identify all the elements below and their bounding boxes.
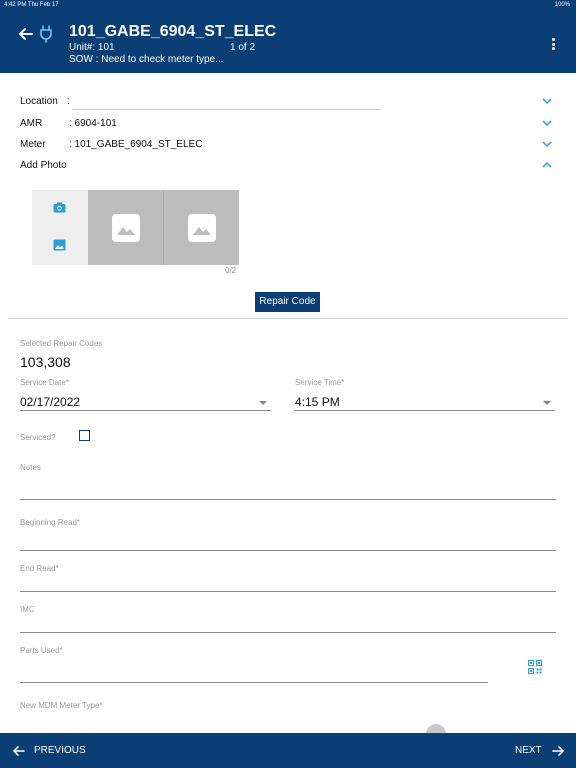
- end-read-label: End Read*: [20, 564, 59, 573]
- location-underline: [72, 109, 381, 110]
- next-button[interactable]: NEXT: [515, 743, 565, 759]
- meter-value: : 101_GABE_6904_ST_ELEC: [69, 139, 203, 150]
- new-mdm-meter-type-label: New MDM Meter Type*: [20, 701, 103, 710]
- page-indicator: 1 of 2: [230, 42, 256, 53]
- end-read-field[interactable]: [20, 591, 556, 592]
- image-placeholder-icon: [112, 214, 140, 242]
- plug-icon: [40, 25, 52, 43]
- service-time-underline: [295, 410, 555, 411]
- amr-value: : 6904-101: [69, 118, 117, 129]
- add-photo-label: Add Photo: [20, 160, 67, 171]
- imc-label: IMC: [20, 605, 35, 614]
- dropdown-arrow-icon[interactable]: [259, 401, 267, 405]
- back-arrow-icon[interactable]: [18, 26, 34, 42]
- arrow-left-icon: [13, 746, 25, 756]
- previous-label: PREVIOUS: [34, 745, 86, 756]
- status-time: 4:42 PM Thu Feb 17: [4, 2, 59, 8]
- work-order-form: Location : AMR : 6904-101 Meter : 101_GA…: [8, 85, 568, 734]
- beginning-read-field[interactable]: [20, 550, 556, 551]
- app-header: 101_GABE_6904_ST_ELEC Unit#: 101 1 of 2 …: [0, 10, 576, 73]
- add-photo-row[interactable]: Add Photo: [20, 160, 67, 171]
- chevron-down-icon[interactable]: [542, 97, 552, 105]
- amr-label: AMR: [20, 118, 43, 129]
- selected-repair-codes-value: 103,308: [20, 354, 71, 370]
- service-date-value[interactable]: 02/17/2022: [20, 395, 80, 409]
- serviced-checkbox[interactable]: [79, 430, 90, 441]
- beginning-read-label: Beginning Read*: [20, 518, 81, 527]
- gallery-icon[interactable]: [53, 239, 66, 251]
- service-time-label: Service Time*: [295, 378, 345, 387]
- meter-label: Meter: [20, 139, 46, 150]
- chevron-down-icon[interactable]: [542, 119, 552, 127]
- selected-repair-codes-label: Selected Repair Codes: [20, 339, 103, 348]
- parts-used-field[interactable]: [20, 682, 488, 683]
- camera-icon[interactable]: [53, 202, 66, 213]
- notes-label: Notes: [20, 463, 41, 472]
- unit-number: Unit#: 101: [69, 42, 115, 53]
- service-time-value[interactable]: 4:15 PM: [295, 395, 340, 409]
- image-placeholder-icon: [188, 214, 216, 242]
- meter-row[interactable]: Meter : 101_GABE_6904_ST_ELEC: [20, 139, 202, 150]
- service-date-underline: [20, 410, 271, 411]
- dropdown-arrow-icon[interactable]: [543, 401, 551, 405]
- bottom-nav: PREVIOUS NEXT: [0, 733, 576, 768]
- chevron-down-icon[interactable]: [542, 140, 552, 148]
- arrow-right-icon: [552, 746, 564, 756]
- more-vert-icon[interactable]: [548, 38, 558, 52]
- repair-code-button[interactable]: Repair Code: [255, 292, 320, 312]
- qr-code-icon[interactable]: [528, 660, 542, 674]
- serviced-label: Serviced?: [20, 433, 56, 442]
- amr-row[interactable]: AMR : 6904-101: [20, 118, 117, 129]
- notes-field[interactable]: [20, 499, 556, 500]
- location-sep: :: [67, 96, 70, 107]
- photo-slot[interactable]: [88, 190, 163, 265]
- parts-used-label: Parts Used*: [20, 646, 63, 655]
- location-label: Location: [20, 96, 58, 107]
- status-bar: 4:42 PM Thu Feb 17 100%: [0, 0, 576, 10]
- next-label: NEXT: [515, 745, 542, 756]
- page-title: 101_GABE_6904_ST_ELEC: [69, 23, 277, 40]
- section-divider: [8, 318, 568, 319]
- sow-text: SOW : Need to check meter type...: [69, 54, 224, 65]
- photo-count: 0/2: [225, 266, 237, 275]
- chevron-up-icon[interactable]: [542, 161, 552, 169]
- photo-slot[interactable]: [164, 190, 239, 265]
- battery-level: 100%: [554, 2, 570, 8]
- location-row[interactable]: Location :: [20, 96, 70, 107]
- service-date-label: Service Date*: [20, 378, 69, 387]
- imc-field[interactable]: [20, 632, 556, 633]
